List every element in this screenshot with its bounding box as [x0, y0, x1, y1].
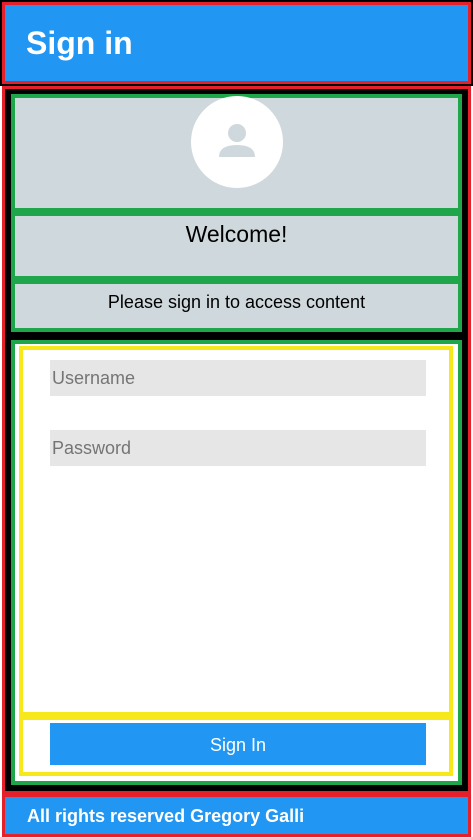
sign-in-button[interactable]: Sign In: [50, 723, 426, 765]
password-input[interactable]: [50, 430, 426, 466]
page-title: Sign in: [26, 25, 133, 61]
avatar: [191, 96, 283, 188]
user-icon: [219, 124, 255, 157]
welcome-heading: Welcome!: [185, 221, 288, 247]
footer-copyright: All rights reserved Gregory Galli: [27, 806, 305, 826]
fields-container: [19, 346, 453, 716]
username-input[interactable]: [50, 360, 426, 396]
signin-subtitle: Please sign in to access content: [107, 292, 366, 312]
sign-in-button-label: Sign In: [209, 735, 267, 755]
